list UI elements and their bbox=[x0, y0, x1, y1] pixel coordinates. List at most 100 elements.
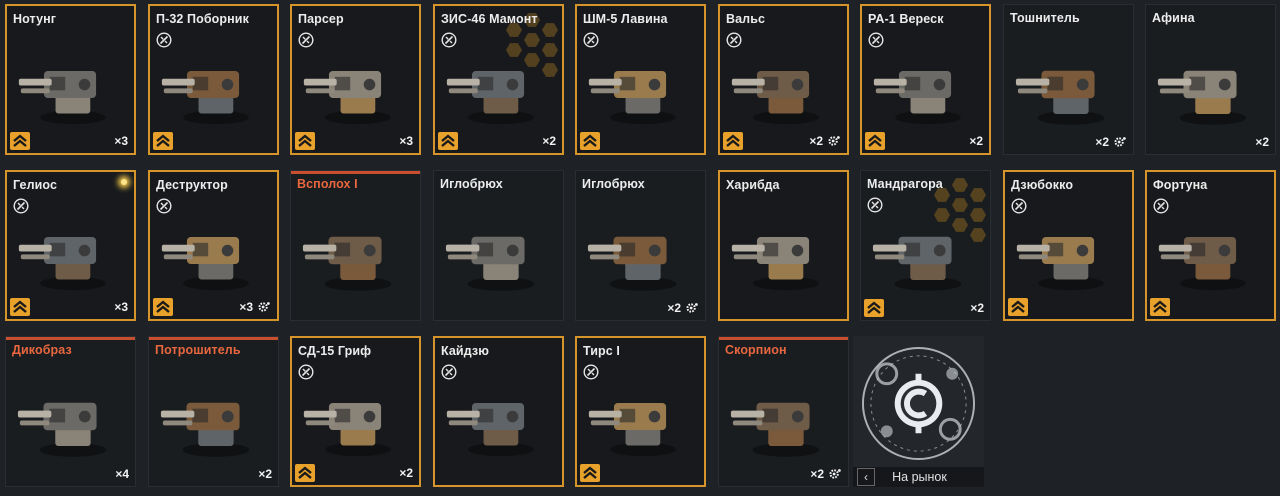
item-count: ×3 bbox=[239, 300, 271, 314]
no-tuning-icon bbox=[1153, 198, 1169, 214]
no-tuning-icon bbox=[867, 197, 883, 213]
weapon-card[interactable]: Дзюбокко bbox=[1003, 170, 1134, 321]
weapon-image bbox=[300, 36, 411, 135]
no-tuning-icon bbox=[441, 32, 457, 48]
weapon-card[interactable]: Всполох I bbox=[290, 170, 421, 321]
count-label: ×2 bbox=[399, 466, 413, 480]
no-tuning-icon bbox=[156, 32, 172, 48]
weapon-name: ЗИС-46 Мамонт bbox=[441, 12, 538, 26]
rank-chevron-icon bbox=[10, 132, 30, 150]
count-label: ×3 bbox=[114, 300, 128, 314]
weapon-card[interactable]: Иглобрюх ×2 bbox=[575, 170, 706, 321]
weapon-image bbox=[869, 201, 982, 302]
item-count: ×3 bbox=[114, 300, 128, 314]
weapon-name: ШМ-5 Лавина bbox=[583, 12, 668, 26]
market-bar: ‹ На рынок bbox=[853, 467, 984, 487]
chevron-left-icon[interactable]: ‹ bbox=[857, 468, 875, 486]
weapon-name: Тошнитель bbox=[1010, 11, 1080, 25]
weapon-card[interactable]: Скорпион ×2 bbox=[718, 336, 849, 487]
weapon-card[interactable]: Гелиос ×3 bbox=[5, 170, 136, 321]
weapon-card[interactable]: Тирс I bbox=[575, 336, 706, 487]
weapon-card[interactable]: Харибда bbox=[718, 170, 849, 321]
rarity-bar bbox=[149, 337, 278, 340]
weapon-image bbox=[158, 202, 269, 301]
weapon-image bbox=[870, 36, 981, 135]
count-label: ×2 bbox=[969, 134, 983, 148]
rank-chevron-icon bbox=[10, 298, 30, 316]
weapon-name: Мандрагора bbox=[867, 177, 943, 191]
item-count: ×2 bbox=[667, 301, 699, 315]
gear-icon bbox=[257, 300, 271, 314]
item-count: ×2 bbox=[1255, 135, 1269, 149]
weapon-card[interactable]: Кайдзю bbox=[433, 336, 564, 487]
weapon-name: Парсер bbox=[298, 12, 344, 26]
rank-chevron-icon bbox=[864, 299, 884, 317]
no-tuning-icon bbox=[1011, 198, 1027, 214]
count-label: ×2 bbox=[1255, 135, 1269, 149]
gear-icon bbox=[827, 134, 841, 148]
weapon-card[interactable]: РА-1 Вереск ×2 bbox=[860, 4, 991, 155]
weapon-card[interactable]: Нотунг ×3 bbox=[5, 4, 136, 155]
no-tuning-icon bbox=[868, 32, 884, 48]
count-label: ×2 bbox=[258, 467, 272, 481]
rank-chevron-icon bbox=[438, 132, 458, 150]
item-count: ×2 bbox=[810, 467, 842, 481]
item-count: ×3 bbox=[399, 134, 413, 148]
weapon-image bbox=[585, 368, 696, 467]
weapon-card[interactable]: Мандрагора ×2 bbox=[860, 170, 991, 321]
rank-chevron-icon bbox=[1150, 298, 1170, 316]
rank-chevron-icon bbox=[580, 464, 600, 482]
weapon-name: Фортуна bbox=[1153, 178, 1208, 192]
weapon-name: Деструктор bbox=[156, 178, 228, 192]
weapon-image bbox=[299, 201, 412, 302]
weapon-card[interactable]: Фортуна bbox=[1145, 170, 1276, 321]
weapon-card[interactable]: Тошнитель ×2 bbox=[1003, 4, 1134, 155]
weapon-image bbox=[443, 368, 554, 467]
weapon-card[interactable]: Афина ×2 bbox=[1145, 4, 1276, 155]
no-tuning-icon bbox=[726, 32, 742, 48]
weapon-card[interactable]: Парсер ×3 bbox=[290, 4, 421, 155]
coin-emblem-icon bbox=[861, 346, 976, 461]
weapon-card[interactable]: Деструктор ×3 bbox=[148, 170, 279, 321]
weapon-card[interactable]: СД-15 Гриф ×2 bbox=[290, 336, 421, 487]
count-label: ×2 bbox=[542, 134, 556, 148]
rarity-bar bbox=[6, 337, 135, 340]
weapon-image bbox=[300, 368, 411, 467]
weapon-name: Нотунг bbox=[13, 12, 57, 26]
count-label: ×4 bbox=[115, 467, 129, 481]
weapon-image bbox=[1013, 202, 1124, 301]
count-label: ×3 bbox=[239, 300, 253, 314]
glow-indicator-icon bbox=[121, 179, 127, 185]
item-count: ×4 bbox=[115, 467, 129, 481]
weapon-card[interactable]: Потрошитель ×2 bbox=[148, 336, 279, 487]
gear-icon bbox=[828, 467, 842, 481]
weapon-card[interactable]: ЗИС-46 Мамонт ×2 bbox=[433, 4, 564, 155]
rank-chevron-icon bbox=[865, 132, 885, 150]
count-label: ×2 bbox=[809, 134, 823, 148]
weapon-card[interactable]: Вальс ×2 bbox=[718, 4, 849, 155]
market-tile[interactable]: ‹ На рынок bbox=[853, 336, 984, 487]
weapon-name: Иглобрюх bbox=[440, 177, 503, 191]
weapon-card[interactable]: ШМ-5 Лавина bbox=[575, 4, 706, 155]
weapon-image bbox=[442, 201, 555, 302]
weapon-name: Харибда bbox=[726, 178, 780, 192]
weapon-card[interactable]: Дикобраз ×4 bbox=[5, 336, 136, 487]
count-label: ×2 bbox=[1095, 135, 1109, 149]
rank-chevron-icon bbox=[580, 132, 600, 150]
rank-chevron-icon bbox=[723, 132, 743, 150]
count-label: ×3 bbox=[114, 134, 128, 148]
weapon-name: Кайдзю bbox=[441, 344, 489, 358]
no-tuning-icon bbox=[298, 32, 314, 48]
weapon-image bbox=[1012, 35, 1125, 136]
weapon-image bbox=[728, 36, 839, 135]
weapon-card[interactable]: Иглобрюх bbox=[433, 170, 564, 321]
rank-chevron-icon bbox=[153, 132, 173, 150]
market-label: На рынок bbox=[892, 470, 947, 484]
item-count: ×2 bbox=[542, 134, 556, 148]
weapon-name: Потрошитель bbox=[155, 343, 241, 357]
no-tuning-icon bbox=[583, 32, 599, 48]
weapon-name: РА-1 Вереск bbox=[868, 12, 944, 26]
rarity-bar bbox=[719, 337, 848, 340]
gear-icon bbox=[1113, 135, 1127, 149]
weapon-card[interactable]: П-32 Поборник bbox=[148, 4, 279, 155]
